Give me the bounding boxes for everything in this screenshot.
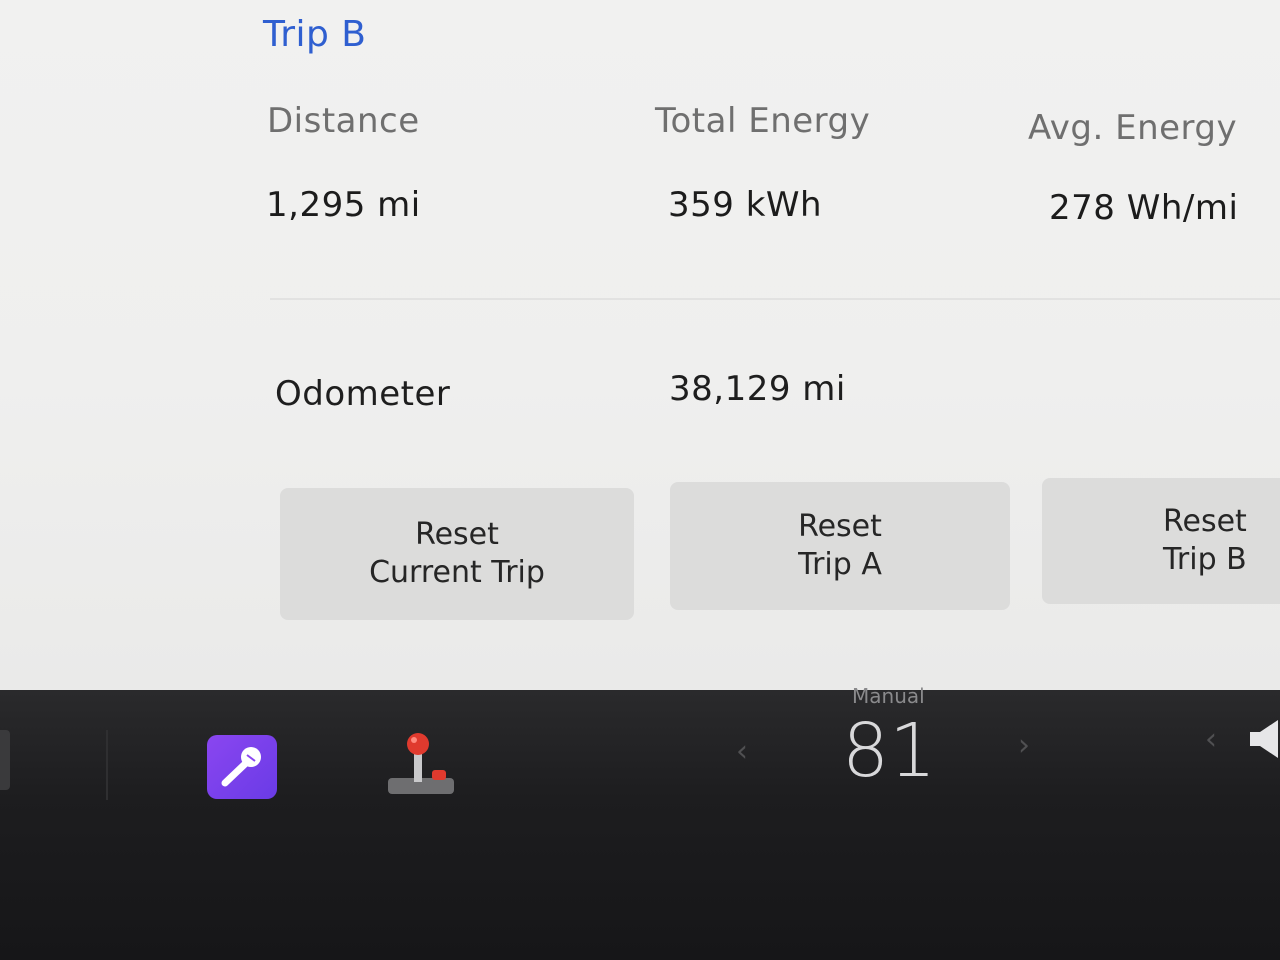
total-energy-label: Total Energy: [655, 101, 871, 141]
odometer-value: 38,129 mi: [669, 369, 846, 409]
temp-up-chevron-icon[interactable]: ›: [1018, 728, 1030, 763]
reset-trip-a-button[interactable]: Reset Trip A: [670, 482, 1010, 610]
total-energy-value: 359 kWh: [668, 185, 823, 225]
reset-trip-a-line1: Reset: [798, 509, 882, 544]
odometer-label: Odometer: [275, 374, 451, 414]
temp-down-chevron-icon[interactable]: ‹: [736, 734, 748, 769]
divider: [270, 298, 1280, 300]
taskbar-separator: [106, 730, 108, 800]
page-title: Trip B: [263, 14, 367, 55]
avg-energy-label: Avg. Energy: [1028, 108, 1238, 148]
distance-label: Distance: [267, 101, 420, 141]
trip-panel: Trip B Distance Total Energy Avg. Energy…: [0, 0, 1280, 690]
speaker-icon[interactable]: [1248, 718, 1280, 760]
reset-current-trip-line1: Reset: [415, 517, 499, 552]
reset-current-trip-button[interactable]: Reset Current Trip: [280, 488, 634, 620]
climate-mode-label: Manual: [852, 684, 925, 708]
volume-down-chevron-icon[interactable]: ‹: [1205, 722, 1217, 757]
reset-trip-b-button[interactable]: Reset Trip B: [1042, 478, 1280, 604]
karaoke-microphone-icon: [221, 747, 261, 787]
joystick-icon: [388, 733, 454, 794]
taskbar-edge-handle[interactable]: [0, 730, 10, 790]
karaoke-app-button[interactable]: [207, 735, 277, 799]
distance-value: 1,295 mi: [266, 185, 421, 225]
arcade-app-button[interactable]: [386, 730, 458, 798]
reset-trip-b-line1: Reset: [1163, 504, 1247, 539]
taskbar: ‹ Manual 81 › ‹: [0, 684, 1280, 960]
reset-trip-b-line2: Trip B: [1163, 542, 1247, 577]
reset-trip-a-line2: Trip A: [798, 547, 882, 582]
reset-current-trip-line2: Current Trip: [369, 555, 545, 590]
temperature-value[interactable]: 81: [842, 708, 936, 794]
avg-energy-value: 278 Wh/mi: [1049, 188, 1239, 228]
